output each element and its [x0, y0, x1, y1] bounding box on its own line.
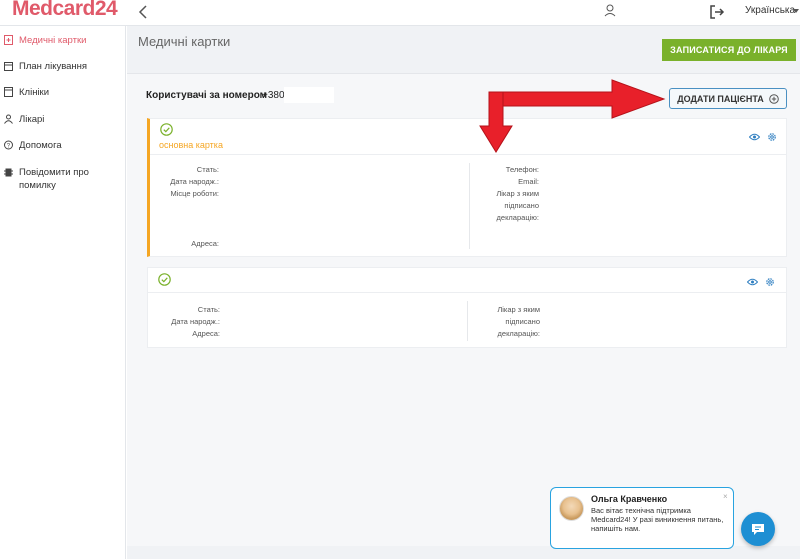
sidebar-item-clinics[interactable]: Клініки	[4, 86, 122, 99]
sidebar-item-label: Повідомити про помилку	[19, 167, 89, 191]
sidebar-item-report-bug[interactable]: Повідомити про помилку	[4, 166, 122, 192]
sidebar-item-label: Допомога	[19, 140, 62, 151]
gear-icon[interactable]	[765, 277, 775, 287]
sidebar-item-label: Медичні картки	[19, 35, 87, 46]
birth-date-label: Дата народж.:	[171, 317, 220, 326]
eye-icon[interactable]	[747, 278, 758, 286]
email-label: Email:	[518, 177, 539, 186]
users-by-number-label: Користувачі за номером	[146, 90, 268, 101]
calendar-icon	[4, 62, 13, 71]
sidebar-item-treatment-plan[interactable]: План лікування	[4, 60, 122, 73]
chat-message: Вас вітає технічна підтримка Medcard24! …	[591, 506, 724, 533]
sidebar-item-label: Лікарі	[19, 114, 45, 125]
sidebar-item-medical-cards[interactable]: Медичні картки	[4, 34, 122, 47]
main-content: Медичні картки ЗАПИСАТИСЯ ДО ЛІКАРЯ Кори…	[127, 26, 800, 559]
card-header	[148, 268, 786, 293]
add-patient-button[interactable]: ДОДАТИ ПАЦІЄНТА	[669, 88, 787, 109]
back-arrow-icon[interactable]	[136, 3, 152, 21]
sidebar: Медичні картки План лікування Клініки Лі…	[0, 26, 126, 559]
clinic-icon	[4, 87, 13, 97]
sidebar-item-label: Клініки	[19, 87, 50, 98]
check-circle-icon	[160, 123, 173, 136]
card-subtitle: основна картка	[159, 140, 223, 150]
chat-agent-name: Ольга Кравченко	[591, 494, 668, 504]
book-doctor-button[interactable]: ЗАПИСАТИСЯ ДО ЛІКАРЯ	[662, 39, 796, 61]
bug-icon	[4, 168, 13, 177]
language-selector[interactable]: Українська	[745, 5, 795, 16]
sidebar-item-help[interactable]: ? Допомога	[4, 139, 122, 152]
phone-number-redacted	[284, 87, 334, 103]
card-divider	[469, 163, 470, 249]
logout-icon[interactable]	[709, 4, 725, 20]
top-bar: Medcard24 Українська	[0, 0, 800, 26]
declaration-doctor-label: Лікар з яким підписано декларацію:	[496, 189, 539, 222]
sidebar-item-doctors[interactable]: Лікарі	[4, 113, 122, 126]
eye-icon[interactable]	[749, 133, 760, 141]
support-chat-popup[interactable]: Ольга Кравченко Вас вітає технічна підтр…	[550, 487, 734, 549]
card-header: основна картка	[150, 119, 786, 155]
workplace-label: Місце роботи:	[170, 189, 219, 198]
page-title: Медичні картки	[138, 34, 231, 49]
medical-card-icon	[4, 35, 13, 45]
doctor-icon	[4, 114, 13, 124]
close-icon[interactable]: ×	[723, 492, 728, 501]
logo[interactable]: Medcard24	[12, 0, 118, 21]
phone-prefix: +380	[262, 90, 285, 101]
declaration-doctor-label: Лікар з яким підписано декларацію:	[497, 305, 540, 338]
plus-circle-icon	[768, 93, 779, 104]
avatar	[559, 496, 584, 521]
help-icon: ?	[4, 140, 13, 150]
check-circle-icon	[158, 273, 171, 286]
address-label: Адреса:	[192, 329, 220, 338]
chat-button[interactable]	[741, 512, 775, 546]
chevron-down-icon[interactable]	[793, 9, 799, 13]
medical-card-secondary[interactable]: Стать: Дата народж.: Адреса: Лікар з яки…	[147, 267, 787, 348]
medical-card-main[interactable]: основна картка Стать: Дата народж.: Місц…	[147, 118, 787, 257]
gender-label: Стать:	[196, 165, 219, 174]
sidebar-item-label: План лікування	[19, 61, 88, 72]
card-divider	[467, 301, 468, 341]
add-patient-label: ДОДАТИ ПАЦІЄНТА	[677, 93, 764, 104]
gender-label: Стать:	[197, 305, 220, 314]
birth-date-label: Дата народж.:	[170, 177, 219, 186]
chat-bubble-icon	[752, 524, 764, 535]
user-icon[interactable]	[603, 3, 617, 17]
address-label: Адреса:	[191, 239, 219, 248]
gear-icon[interactable]	[767, 132, 777, 142]
phone-label: Телефон:	[505, 165, 539, 174]
